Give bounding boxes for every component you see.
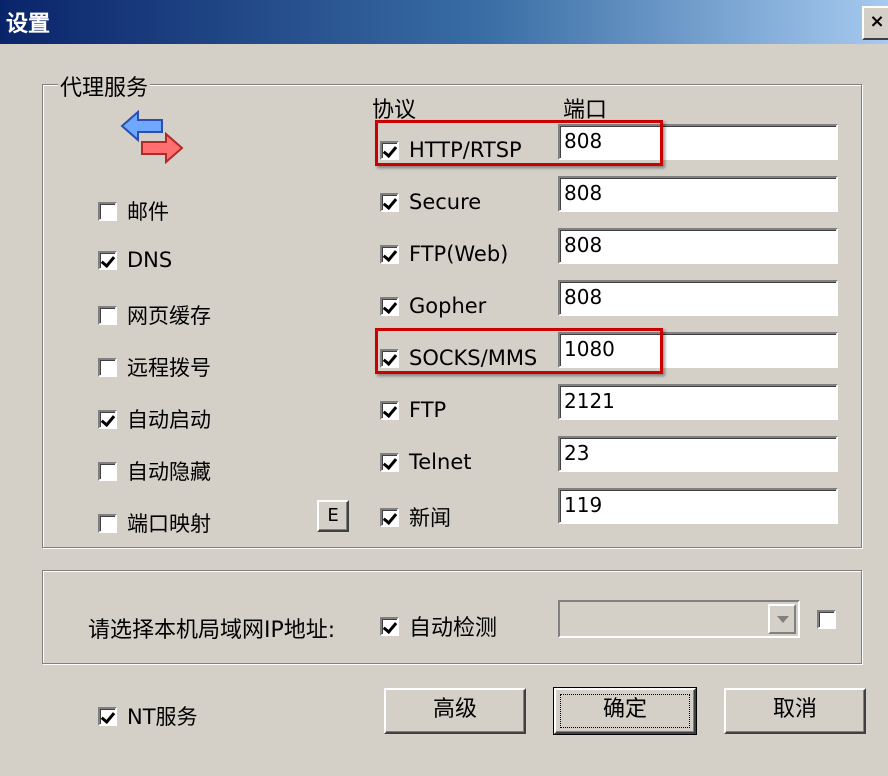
service-label: 自动隐藏 <box>127 460 211 484</box>
port-input[interactable]: 23 <box>558 436 838 472</box>
lan-ip-extra-check-box[interactable] <box>817 610 836 629</box>
ok-button-label: 确定 <box>602 697 647 722</box>
protocol-label: FTP(Web) <box>409 242 509 266</box>
protocol-check-box[interactable] <box>380 192 399 212</box>
port-input[interactable]: 808 <box>558 280 838 316</box>
service-check-box[interactable] <box>98 409 117 429</box>
service-label: 端口映射 <box>127 512 211 536</box>
ok-button[interactable]: 确定 <box>553 687 697 735</box>
protocol-check-box[interactable] <box>380 244 399 264</box>
protocol-checkbox[interactable]: FTP <box>380 398 446 422</box>
service-check-box[interactable] <box>98 201 117 221</box>
port-input[interactable]: 2121 <box>558 384 838 420</box>
auto-detect-label: 自动检测 <box>409 616 498 641</box>
nt-service-label: NT服务 <box>127 705 198 729</box>
advanced-button[interactable]: 高级 <box>384 688 526 734</box>
dropdown-arrow-icon[interactable] <box>768 604 796 634</box>
protocol-column-header: 协议 <box>372 98 417 123</box>
lan-ip-extra-checkbox[interactable] <box>817 610 846 629</box>
protocol-checkbox[interactable]: HTTP/RTSP <box>380 138 522 162</box>
service-checkbox[interactable]: 邮件 <box>98 196 169 226</box>
service-checkbox[interactable]: 网页缓存 <box>98 300 211 330</box>
protocol-check-box[interactable] <box>380 296 399 316</box>
service-label: 网页缓存 <box>127 304 211 328</box>
close-button[interactable]: × <box>862 6 888 40</box>
protocol-check-box[interactable] <box>380 400 399 420</box>
service-checkbox[interactable]: DNS <box>98 248 172 272</box>
proxy-arrows-icon <box>120 109 184 165</box>
auto-detect-check-box[interactable] <box>380 616 399 636</box>
service-label: 远程拨号 <box>127 356 211 380</box>
service-checkbox[interactable]: 远程拨号 <box>98 352 211 382</box>
protocol-label: HTTP/RTSP <box>409 138 522 162</box>
port-input[interactable]: 808 <box>558 124 838 160</box>
port-column-header: 端口 <box>563 98 608 123</box>
service-check-box[interactable] <box>98 357 117 377</box>
protocol-label: SOCKS/MMS <box>409 346 538 370</box>
protocol-check-box[interactable] <box>380 507 399 527</box>
port-input[interactable]: 1080 <box>558 332 838 368</box>
service-label: 邮件 <box>127 200 169 224</box>
port-input[interactable]: 119 <box>558 488 838 524</box>
title-bar: 设置 × <box>0 0 888 44</box>
protocol-checkbox[interactable]: SOCKS/MMS <box>380 346 537 370</box>
service-check-box[interactable] <box>98 513 117 533</box>
lan-ip-label: 请选择本机局域网IP地址: <box>88 618 336 643</box>
service-label: 自动启动 <box>127 408 211 432</box>
nt-service-checkbox[interactable]: NT服务 <box>98 701 198 731</box>
service-label: DNS <box>127 248 173 272</box>
cancel-button[interactable]: 取消 <box>724 688 866 734</box>
protocol-label: 新闻 <box>409 506 451 530</box>
auto-detect-checkbox[interactable]: 自动检测 <box>380 610 497 642</box>
nt-service-check-box[interactable] <box>98 706 117 726</box>
port-input[interactable]: 808 <box>558 228 838 264</box>
protocol-label: Telnet <box>409 450 472 474</box>
protocol-check-box[interactable] <box>380 348 399 368</box>
protocol-checkbox[interactable]: Secure <box>380 190 481 214</box>
service-checkbox[interactable]: 自动启动 <box>98 404 211 434</box>
protocol-checkbox[interactable]: Gopher <box>380 294 486 318</box>
protocol-check-box[interactable] <box>380 452 399 472</box>
port-input[interactable]: 808 <box>558 176 838 212</box>
protocol-label: Gopher <box>409 294 487 318</box>
protocol-checkbox[interactable]: Telnet <box>380 450 471 474</box>
service-check-box[interactable] <box>98 305 117 325</box>
protocol-checkbox[interactable]: FTP(Web) <box>380 242 508 266</box>
protocol-checkbox[interactable]: 新闻 <box>380 502 451 532</box>
proxy-services-label: 代理服务 <box>58 70 151 102</box>
protocol-check-box[interactable] <box>380 140 399 160</box>
protocol-label: FTP <box>409 398 447 422</box>
port-map-edit-button[interactable]: E <box>317 500 349 532</box>
window-title: 设置 <box>6 12 51 37</box>
service-checkbox[interactable]: 自动隐藏 <box>98 456 211 486</box>
lan-ip-select[interactable] <box>558 600 800 638</box>
service-check-box[interactable] <box>98 461 117 481</box>
protocol-label: Secure <box>409 190 482 214</box>
service-checkbox[interactable]: 端口映射 <box>98 508 211 538</box>
service-check-box[interactable] <box>98 250 117 270</box>
